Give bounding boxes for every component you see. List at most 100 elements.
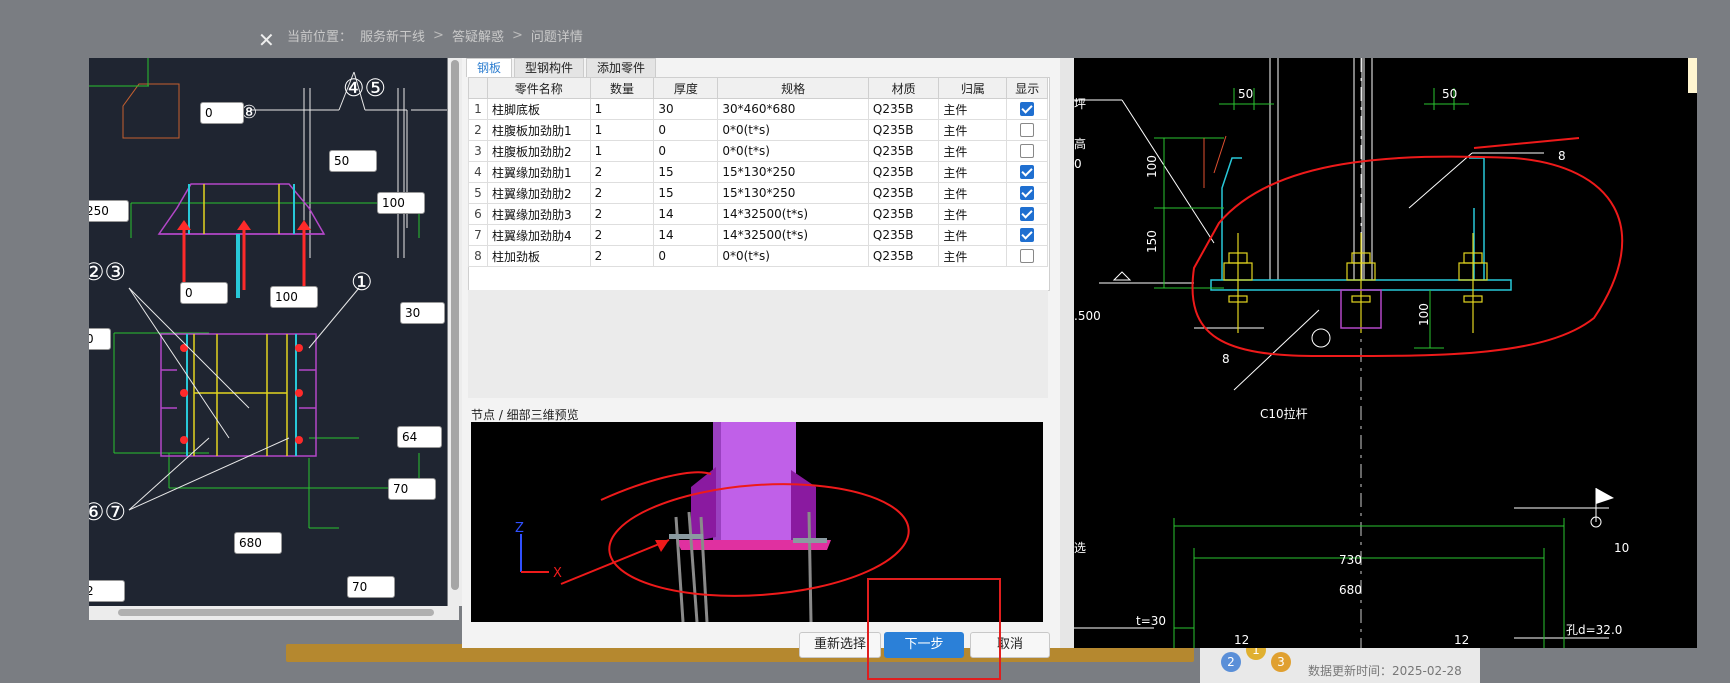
cell-owner: 主件: [938, 203, 1008, 225]
panel-separator: [1060, 58, 1074, 648]
cell-spec: 15*130*250: [717, 182, 869, 204]
dim-label: 50: [1442, 87, 1457, 101]
dim-label: 680: [1339, 583, 1362, 597]
show-checkbox[interactable]: [1020, 102, 1035, 117]
show-checkbox[interactable]: [1020, 144, 1035, 159]
note-text: t=30: [1136, 614, 1166, 628]
cell-qty: 2: [589, 182, 655, 204]
cell-show: [1006, 203, 1048, 225]
cell-spec: 14*32500(t*s): [717, 224, 869, 246]
dimension-input[interactable]: 30: [400, 302, 445, 324]
left-cad-drawing[interactable]: ⑧ ④⑤ ②③ ① ⑥⑦ 0 50 100 250 0 100 30 0 64 …: [89, 58, 447, 606]
dim-label: 150: [1145, 230, 1159, 253]
table-row[interactable]: 6 柱翼缘加劲肋3 2 14 14*32500(t*s) Q235B 主件: [468, 203, 1048, 225]
callout-label: ④⑤: [343, 74, 386, 102]
table-row[interactable]: 8 柱加劲板 2 0 0*0(t*s) Q235B 主件: [468, 245, 1048, 267]
note-text: 0: [1074, 157, 1082, 171]
table-row[interactable]: 7 柱翼缘加劲肋4 2 14 14*32500(t*s) Q235B 主件: [468, 224, 1048, 246]
dimension-input[interactable]: 0: [180, 282, 228, 304]
left-cad-svg: ⑧ ④⑤ ②③ ① ⑥⑦: [89, 58, 447, 529]
cell-name: 柱翼缘加劲肋4: [486, 224, 591, 246]
note-text: 坪: [1074, 97, 1086, 111]
cell-name: 柱脚底板: [486, 98, 591, 120]
col-header: 规格: [717, 77, 869, 99]
breadcrumb-prefix: 当前位置：: [287, 30, 353, 45]
tab-steel-plate[interactable]: 钢板: [466, 58, 513, 77]
dimension-input[interactable]: 64: [397, 426, 442, 448]
col-header: 数量: [589, 77, 655, 99]
parts-table: 零件名称 数量 厚度 规格 材质 归属 显示 1 柱脚底板 1 30 30*460*68…: [468, 77, 1048, 267]
col-header: 显示: [1006, 77, 1048, 99]
dimension-input[interactable]: 100: [377, 192, 425, 214]
right-panel-scroll-indicator[interactable]: [1688, 58, 1697, 93]
cell-owner: 主件: [938, 140, 1008, 162]
dimension-input[interactable]: 250: [89, 200, 129, 222]
cell-spec: 0*0(t*s): [717, 119, 869, 141]
show-checkbox[interactable]: [1020, 165, 1035, 180]
cell-spec: 0*0(t*s): [717, 140, 869, 162]
cell-mat: Q235B: [867, 140, 940, 162]
right-cad-svg: 50 50 100 150 100 8 8 730 680 12 12 10 C…: [1074, 58, 1629, 648]
cell-show: [1006, 224, 1048, 246]
badge: 3: [1271, 652, 1291, 672]
dimension-input[interactable]: 70: [388, 478, 436, 500]
dimension-input[interactable]: 70: [347, 576, 395, 598]
col-header: 厚度: [653, 77, 719, 99]
cell-thk: 0: [653, 245, 719, 267]
show-checkbox[interactable]: [1020, 123, 1035, 138]
table-row[interactable]: 2 柱腹板加劲肋1 1 0 0*0(t*s) Q235B 主件: [468, 119, 1048, 141]
cell-name: 柱腹板加劲肋1: [486, 119, 591, 141]
cell-thk: 0: [653, 119, 719, 141]
dimension-input[interactable]: 0: [89, 328, 111, 350]
table-row[interactable]: 5 柱翼缘加劲肋2 2 15 15*130*250 Q235B 主件: [468, 182, 1048, 204]
cell-idx: 4: [468, 161, 488, 183]
col-header: [468, 77, 488, 99]
dimension-input[interactable]: 100: [270, 286, 318, 308]
vertical-scrollbar-thumb[interactable]: [451, 60, 459, 590]
table-row[interactable]: 4 柱翼缘加劲肋1 2 15 15*130*250 Q235B 主件: [468, 161, 1048, 183]
breadcrumb-item[interactable]: 问题详情: [531, 26, 583, 45]
dimension-input[interactable]: 50: [329, 150, 377, 172]
cell-owner: 主件: [938, 224, 1008, 246]
cell-mat: Q235B: [867, 98, 940, 120]
cell-thk: 15: [653, 182, 719, 204]
breadcrumb-item[interactable]: 服务新干线: [360, 26, 425, 45]
cell-mat: Q235B: [867, 245, 940, 267]
show-checkbox[interactable]: [1020, 186, 1035, 201]
breadcrumb-sep: >: [433, 28, 444, 43]
dimension-input[interactable]: 2: [89, 580, 125, 602]
callout-label: ①: [351, 268, 373, 296]
note-text: 高: [1074, 136, 1086, 151]
cell-qty: 2: [589, 203, 655, 225]
cell-idx: 3: [468, 140, 488, 162]
breadcrumb-item[interactable]: 答疑解惑: [452, 26, 504, 45]
cell-show: [1006, 98, 1048, 120]
preview-label: 节点 / 细部三维预览: [471, 408, 579, 422]
dimension-input[interactable]: 680: [234, 532, 282, 554]
close-icon[interactable]: ✕: [258, 30, 275, 50]
cell-thk: 14: [653, 224, 719, 246]
dim-label: 12: [1454, 633, 1469, 647]
cell-name: 柱加劲板: [486, 245, 591, 267]
right-cad-drawing[interactable]: 50 50 100 150 100 8 8 730 680 12 12 10 C…: [1074, 58, 1697, 648]
show-checkbox[interactable]: [1020, 228, 1035, 243]
horizontal-scrollbar-thumb[interactable]: [118, 609, 434, 616]
table-row[interactable]: 1 柱脚底板 1 30 30*460*680 Q235B 主件: [468, 98, 1048, 120]
tab-steel-section[interactable]: 型钢构件: [514, 58, 585, 77]
show-checkbox[interactable]: [1020, 249, 1035, 264]
cell-show: [1006, 119, 1048, 141]
cell-owner: 主件: [938, 98, 1008, 120]
cell-qty: 1: [589, 98, 655, 120]
callout-label: ②③: [89, 258, 126, 286]
table-row[interactable]: 3 柱腹板加劲肋2 1 0 0*0(t*s) Q235B 主件: [468, 140, 1048, 162]
cell-mat: Q235B: [867, 161, 940, 183]
axis-label-z: Z: [515, 521, 524, 536]
cell-qty: 2: [589, 245, 655, 267]
cell-thk: 0: [653, 140, 719, 162]
cell-idx: 5: [468, 182, 488, 204]
cell-show: [1006, 182, 1048, 204]
tab-add-part[interactable]: 添加零件: [586, 58, 657, 77]
show-checkbox[interactable]: [1020, 207, 1035, 222]
dimension-input[interactable]: 0: [200, 102, 244, 124]
dim-label: 100: [1417, 303, 1431, 326]
